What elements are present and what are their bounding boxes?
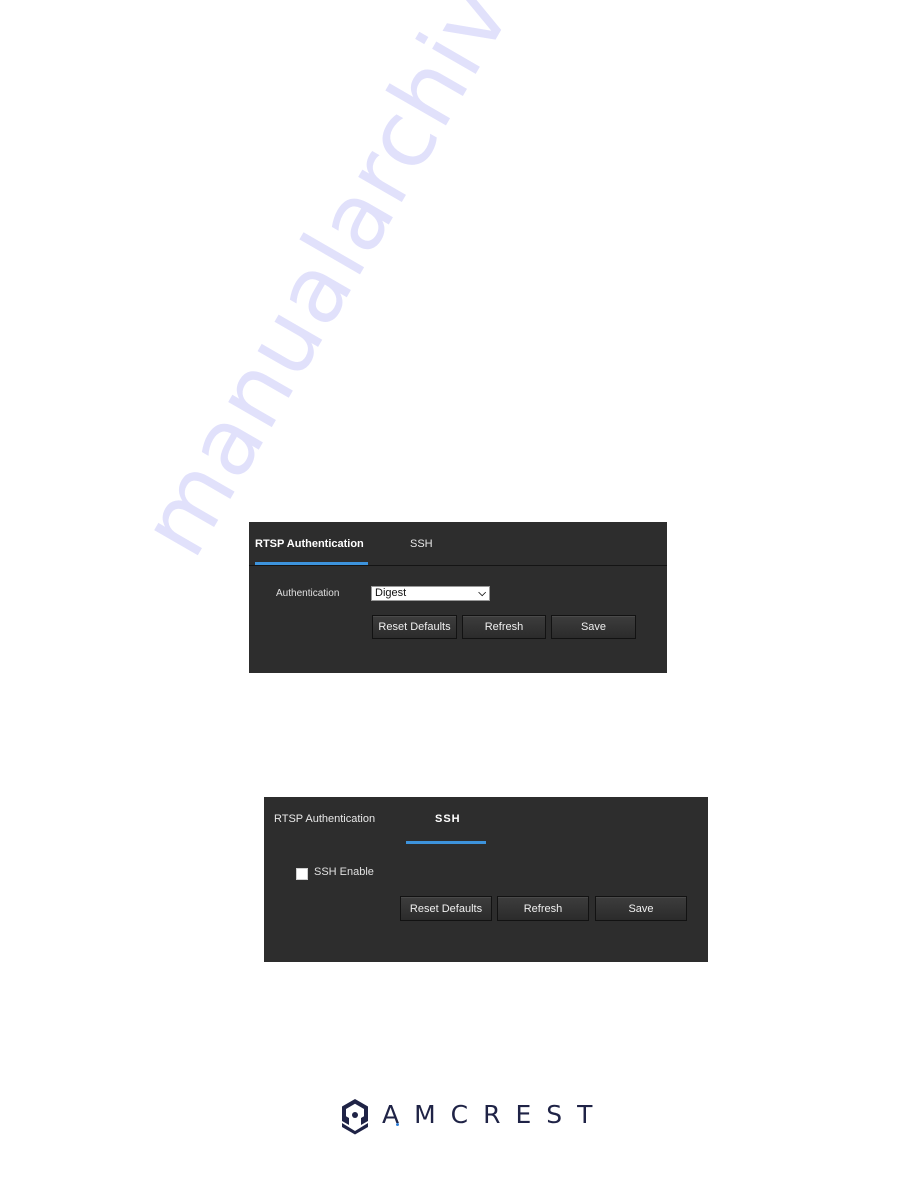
logo-accent-dot: [396, 1123, 399, 1126]
ssh-enable-checkbox[interactable]: [296, 868, 308, 880]
authentication-select-value: Digest: [375, 587, 407, 599]
amcrest-logo: AMCREST: [338, 1096, 592, 1136]
amcrest-hexagon-logo-icon: [342, 1099, 368, 1135]
authentication-select[interactable]: Digest ⌵: [371, 586, 490, 601]
save-button[interactable]: Save: [595, 896, 687, 921]
authentication-label: Authentication: [276, 588, 340, 599]
ssh-panel: RTSP Authentication SSH SSH Enable Reset…: [264, 797, 708, 962]
chevron-down-icon: ⌵: [478, 588, 486, 599]
save-button[interactable]: Save: [551, 615, 636, 639]
reset-defaults-button[interactable]: Reset Defaults: [400, 896, 492, 921]
refresh-button[interactable]: Refresh: [462, 615, 546, 639]
tab-bar-divider: [249, 565, 667, 566]
active-tab-indicator: [406, 841, 486, 844]
tab-rtsp-authentication[interactable]: RTSP Authentication: [255, 538, 364, 550]
tab-ssh[interactable]: SSH: [410, 538, 433, 550]
refresh-button[interactable]: Refresh: [497, 896, 589, 921]
tab-rtsp-authentication[interactable]: RTSP Authentication: [274, 813, 375, 825]
reset-defaults-button[interactable]: Reset Defaults: [372, 615, 457, 639]
watermark-text: manualarchive.com: [120, 0, 676, 574]
amcrest-wordmark: AMCREST: [382, 1100, 608, 1129]
tab-ssh[interactable]: SSH: [435, 813, 461, 825]
ssh-enable-label: SSH Enable: [314, 866, 374, 878]
rtsp-authentication-panel: RTSP Authentication SSH Authentication D…: [249, 522, 667, 673]
